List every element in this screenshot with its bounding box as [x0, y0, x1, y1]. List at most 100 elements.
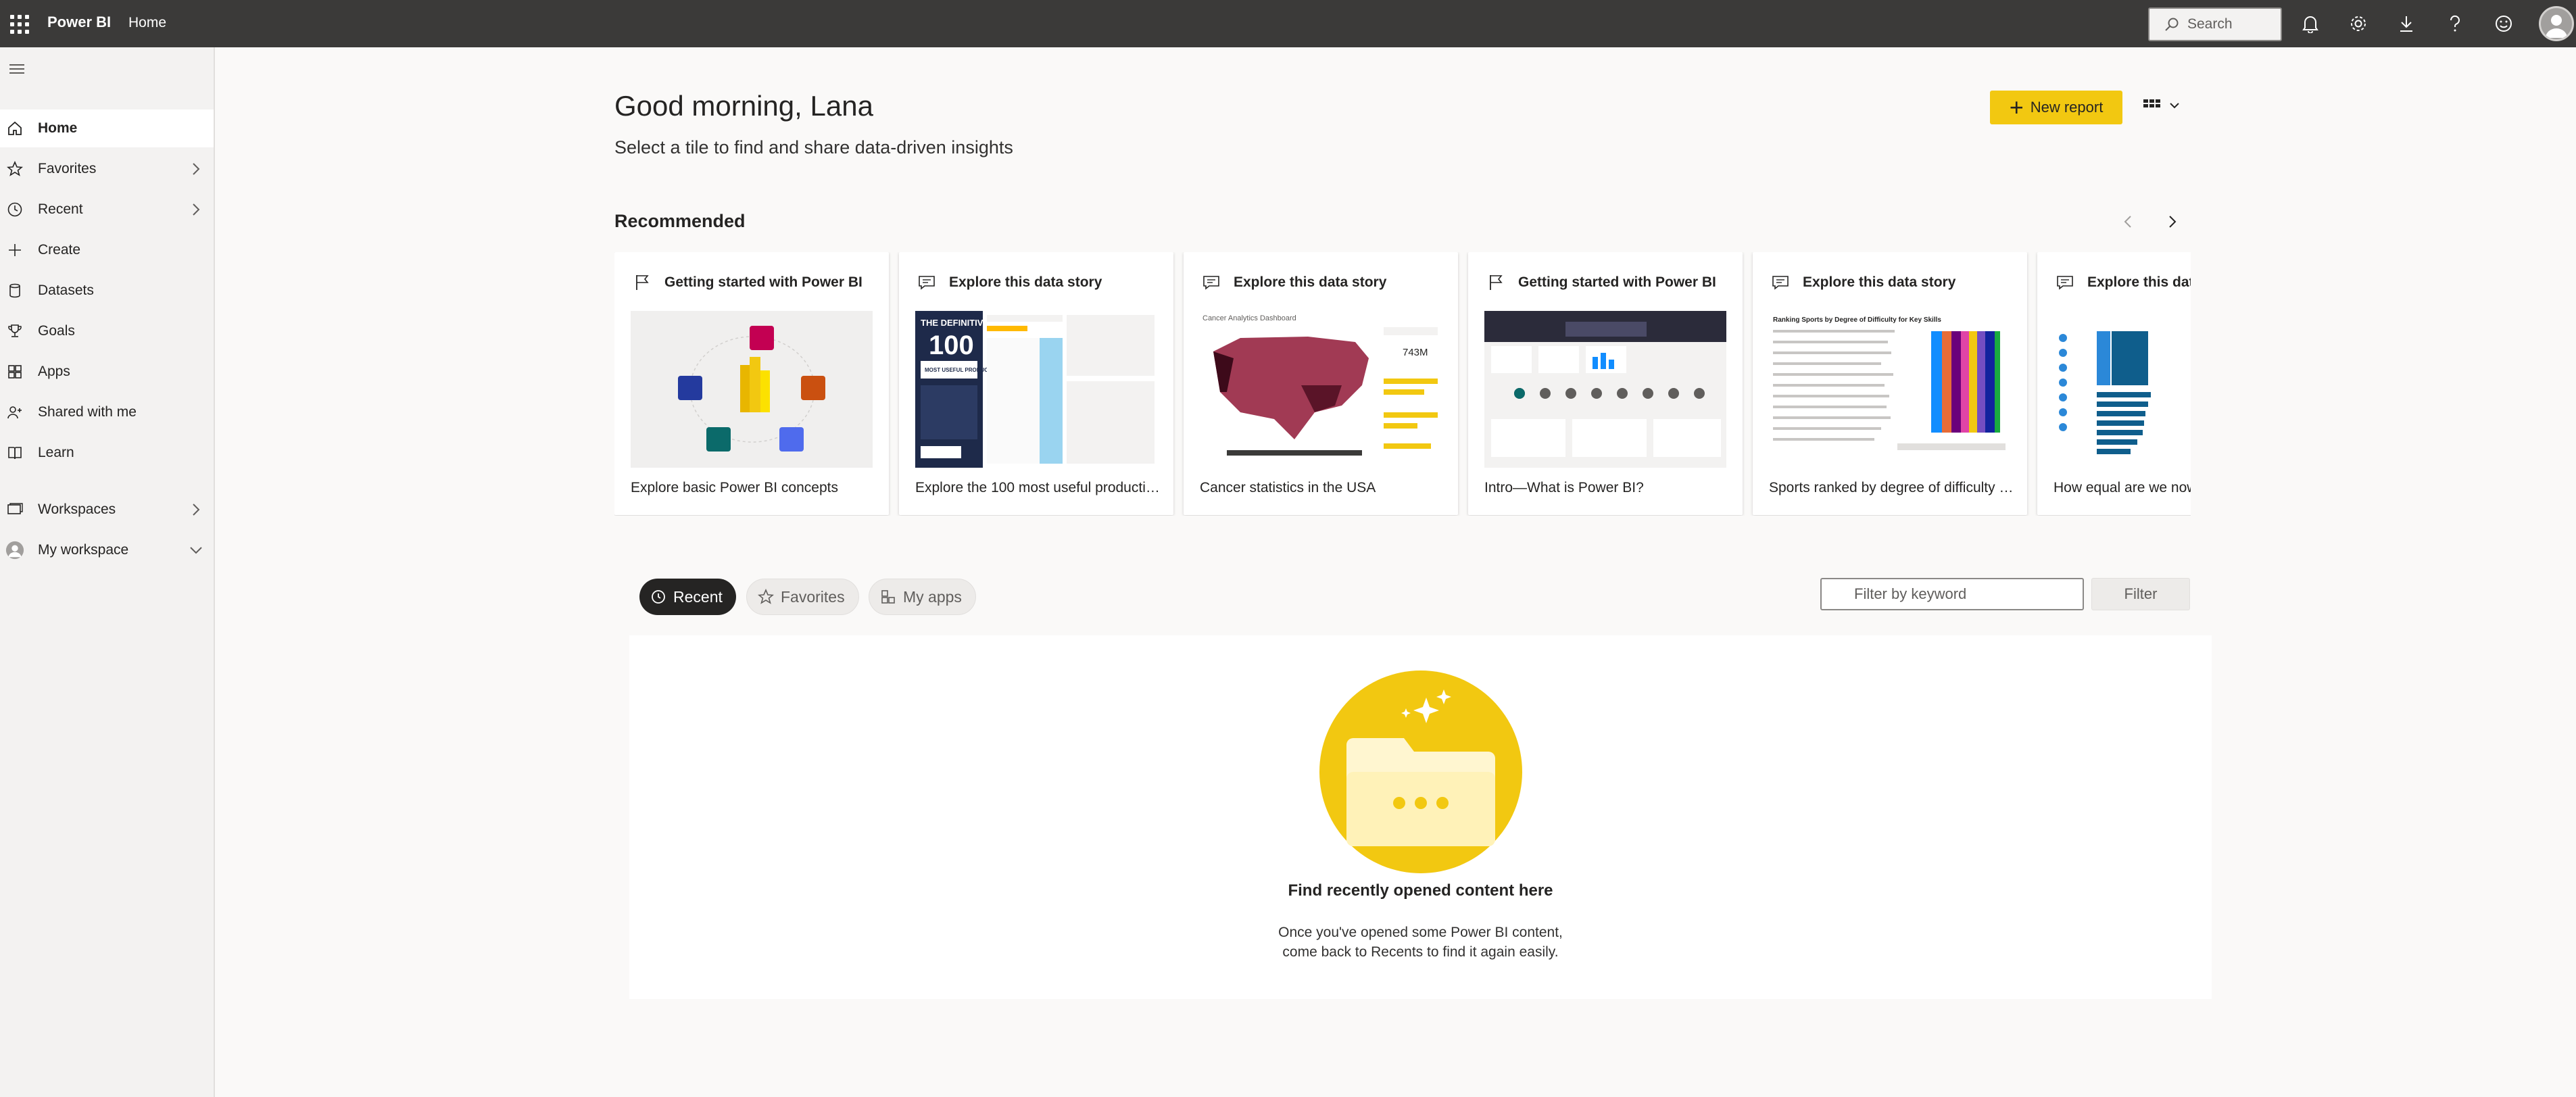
- card-thumbnail: THE DEFINITIVE 100 MOST USEFUL PRODUCTIV…: [915, 311, 1157, 468]
- tab-label: My apps: [903, 587, 962, 606]
- chevron-right-icon[interactable]: [188, 161, 204, 177]
- recommended-heading: Recommended: [614, 211, 746, 231]
- nav-label: Apps: [38, 364, 70, 379]
- account-avatar[interactable]: [2539, 6, 2574, 41]
- page-subtitle: Select a tile to find and share data-dri…: [614, 137, 1013, 157]
- nav-label: Shared with me: [38, 404, 137, 420]
- breadcrumb[interactable]: Home: [128, 15, 166, 31]
- card-thumbnail: Ranking Sports by Degree of Difficulty f…: [1769, 311, 2011, 468]
- nav-item-apps[interactable]: Apps: [0, 353, 214, 391]
- thumb-text: Cancer Analytics Dashboard: [1202, 314, 1296, 322]
- carousel-next-button[interactable]: [2161, 211, 2183, 233]
- tab-label: Recent: [673, 587, 723, 606]
- recommended-card[interactable]: Explore this data story How equal are we…: [2037, 252, 2191, 515]
- gear-icon[interactable]: [2345, 10, 2372, 37]
- hamburger-icon[interactable]: [8, 61, 28, 77]
- search-placeholder: Search: [2187, 16, 2233, 32]
- nav-item-my-workspace[interactable]: My workspace: [0, 531, 214, 569]
- filter-placeholder: Filter by keyword: [1854, 585, 1967, 602]
- clock-icon: [652, 590, 665, 604]
- nav-label: Recent: [38, 201, 83, 217]
- card-type: Explore this data story: [2087, 274, 2191, 290]
- book-icon: [5, 443, 24, 462]
- plus-icon: +: [2009, 93, 2024, 121]
- chevron-right-icon[interactable]: [188, 502, 204, 518]
- top-bar: Power BI Home Search: [0, 0, 2576, 47]
- filter-keyword-input[interactable]: Filter by keyword: [1820, 578, 2084, 610]
- recommended-card[interactable]: Explore this data story Cancer Analytics…: [1184, 252, 1458, 515]
- empty-folder-illustration: [1319, 671, 1522, 873]
- app-launcher-icon[interactable]: [5, 10, 32, 37]
- app-name[interactable]: Power BI: [47, 14, 111, 31]
- carousel-prev-button[interactable]: [2118, 211, 2139, 233]
- nav-label: Home: [38, 120, 78, 136]
- chat-icon: [1201, 272, 1221, 293]
- nav-item-favorites[interactable]: Favorites: [0, 150, 214, 188]
- recommended-card[interactable]: Getting started with Power BI Explore ba…: [614, 252, 889, 515]
- apps-icon: [881, 590, 895, 604]
- help-icon[interactable]: [2441, 10, 2469, 37]
- card-thumbnail: Cancer Analytics Dashboard 743M: [1200, 311, 1442, 468]
- nav-item-workspaces[interactable]: Workspaces: [0, 491, 214, 529]
- apps-icon: [5, 362, 24, 381]
- nav-label: Workspaces: [38, 502, 116, 517]
- recommended-card[interactable]: Explore this data story Ranking Sports b…: [1753, 252, 2027, 515]
- recommended-card[interactable]: Explore this data story THE DEFINITIVE 1…: [899, 252, 1173, 515]
- nav-label: Favorites: [38, 161, 97, 176]
- card-type: Explore this data story: [1234, 274, 1387, 290]
- card-caption: Sports ranked by degree of difficulty fo…: [1769, 480, 2016, 495]
- flag-icon: [632, 272, 652, 293]
- new-report-label: New report: [2030, 99, 2104, 116]
- tab-my-apps[interactable]: My apps: [869, 579, 976, 615]
- page-title: Good morning, Lana: [614, 90, 873, 122]
- chevron-down-icon: [2170, 103, 2179, 109]
- download-icon[interactable]: [2393, 10, 2420, 37]
- filter-button[interactable]: Filter: [2091, 578, 2190, 610]
- nav-item-recent[interactable]: Recent: [0, 191, 214, 228]
- search-box[interactable]: Search: [2148, 7, 2282, 41]
- person-add-icon: [5, 403, 24, 422]
- card-caption: Explore the 100 most useful productivity…: [915, 480, 1163, 495]
- tab-favorites[interactable]: Favorites: [746, 579, 859, 615]
- card-caption: Explore basic Power BI concepts: [631, 480, 838, 495]
- bell-icon[interactable]: [2297, 10, 2324, 37]
- chevron-right-icon[interactable]: [188, 201, 204, 218]
- star-icon: [758, 589, 774, 604]
- card-caption: How equal are we now?: [2053, 480, 2191, 495]
- card-type: Getting started with Power BI: [1518, 274, 1716, 290]
- nav-label: My workspace: [38, 542, 129, 558]
- nav-item-goals[interactable]: Goals: [0, 312, 214, 350]
- chevron-down-icon[interactable]: [188, 542, 204, 558]
- card-type: Explore this data story: [949, 274, 1102, 290]
- thumb-text: THE DEFINITIVE: [921, 318, 989, 328]
- recommended-card[interactable]: Getting started with Power BI Intro—What…: [1468, 252, 1743, 515]
- home-icon: [5, 119, 24, 138]
- nav-item-home[interactable]: Home: [0, 109, 214, 147]
- nav-item-learn[interactable]: Learn: [0, 434, 214, 472]
- chevron-right-icon: [2169, 216, 2177, 228]
- workspaces-icon: [5, 500, 24, 519]
- flag-icon: [1486, 272, 1506, 293]
- grid-view-icon: [2143, 99, 2160, 107]
- avatar-icon: [5, 541, 24, 560]
- clock-icon: [5, 200, 24, 219]
- nav-item-create[interactable]: Create: [0, 231, 214, 269]
- thumb-text: 100: [929, 331, 974, 360]
- recommended-carousel: Getting started with Power BI Explore ba…: [614, 252, 2191, 516]
- empty-state-description: Once you've opened some Power BI content…: [1278, 925, 1563, 960]
- chat-icon: [917, 272, 937, 293]
- tab-recent[interactable]: Recent: [639, 579, 736, 615]
- nav-label: Datasets: [38, 283, 94, 298]
- feedback-smiley-icon[interactable]: [2490, 10, 2517, 37]
- trophy-icon: [5, 322, 24, 341]
- nav-item-shared-with-me[interactable]: Shared with me: [0, 393, 214, 431]
- search-icon: [2165, 18, 2179, 31]
- view-toggle-button[interactable]: [2143, 91, 2186, 120]
- card-type: Getting started with Power BI: [664, 274, 862, 290]
- nav-item-datasets[interactable]: Datasets: [0, 272, 214, 310]
- new-report-button[interactable]: + New report: [1990, 91, 2122, 124]
- tab-label: Favorites: [781, 587, 845, 606]
- empty-state-title: Find recently opened content here: [1288, 881, 1553, 900]
- card-thumbnail: [631, 311, 873, 468]
- card-type: Explore this data story: [1803, 274, 1956, 290]
